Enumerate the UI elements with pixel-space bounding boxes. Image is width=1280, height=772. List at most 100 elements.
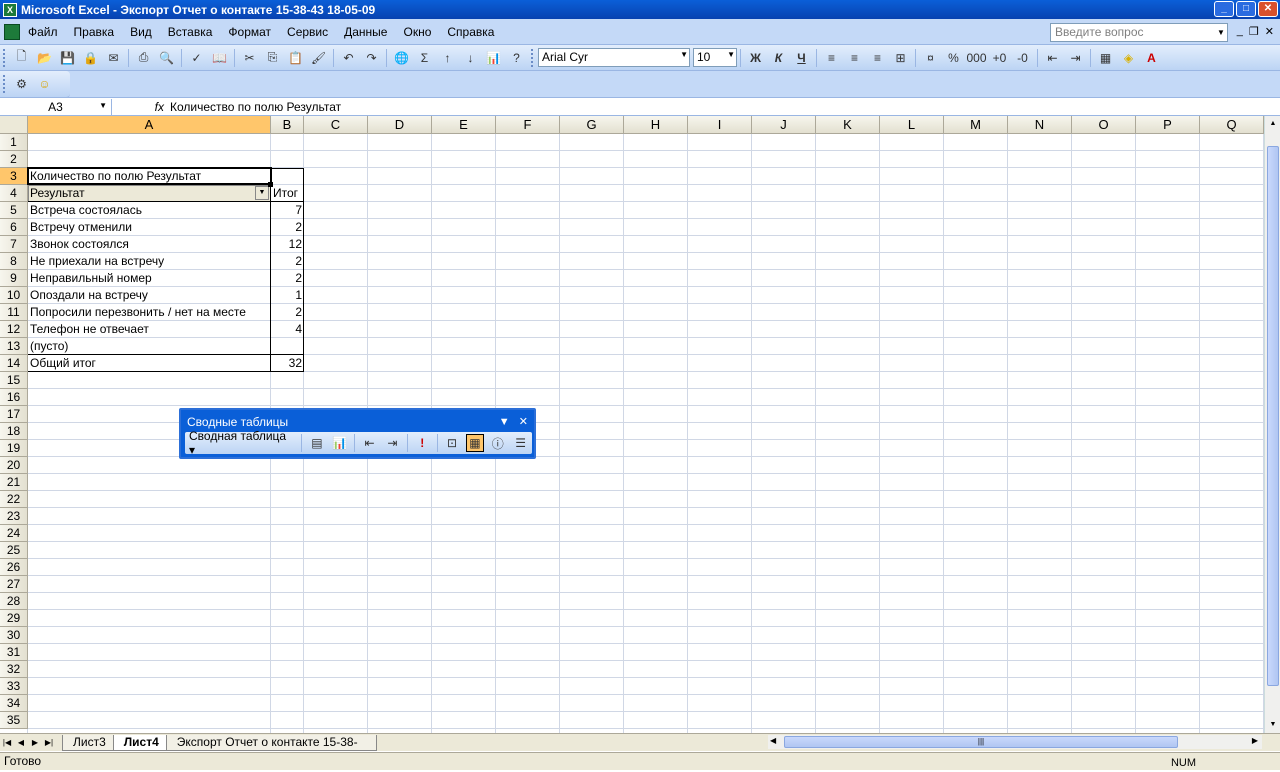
toolbar-options-icon[interactable]: ▼ [499, 416, 510, 428]
bold-icon[interactable]: Ж [747, 49, 765, 67]
row-header[interactable]: 5 [0, 202, 28, 219]
menu-tools[interactable]: Сервис [279, 25, 336, 39]
row-header[interactable]: 27 [0, 576, 28, 593]
column-header[interactable]: J [752, 116, 816, 134]
close-button[interactable]: ✕ [1258, 1, 1278, 17]
column-header[interactable]: E [432, 116, 496, 134]
smiley-icon[interactable]: ☺ [36, 75, 54, 93]
row-header[interactable]: 28 [0, 593, 28, 610]
help-icon[interactable]: ? [508, 49, 526, 67]
help-dropdown-icon[interactable]: ▼ [1214, 23, 1228, 42]
sheet-tab-export[interactable]: Экспорт Отчет о контакте 15-38- [165, 734, 377, 751]
menu-window[interactable]: Окно [395, 25, 439, 39]
refresh-data-icon[interactable]: ! [413, 434, 431, 452]
select-all-button[interactable] [0, 116, 28, 134]
borders-icon[interactable]: ▦ [1097, 49, 1115, 67]
row-header[interactable]: 20 [0, 457, 28, 474]
row-header[interactable]: 19 [0, 440, 28, 457]
column-header[interactable]: B [271, 116, 304, 134]
pivot-table-menu-button[interactable]: Сводная таблица ▾ [185, 429, 298, 457]
column-header[interactable]: L [880, 116, 944, 134]
minimize-button[interactable]: _ [1214, 1, 1234, 17]
doc-minimize-button[interactable]: _ [1237, 25, 1243, 38]
scroll-down-icon[interactable]: ▼ [1267, 719, 1279, 731]
maximize-button[interactable]: □ [1236, 1, 1256, 17]
row-header[interactable]: 29 [0, 610, 28, 627]
underline-icon[interactable]: Ч [793, 49, 811, 67]
column-header[interactable]: C [304, 116, 368, 134]
column-header[interactable]: A [28, 116, 271, 134]
scroll-up-icon[interactable]: ▲ [1267, 118, 1279, 130]
row-header[interactable]: 31 [0, 644, 28, 661]
insert-function-icon[interactable]: fx [112, 100, 170, 114]
permission-icon[interactable]: 🔒 [82, 49, 100, 67]
pivot-grand-total-label[interactable]: Общий итог [28, 355, 271, 372]
menu-data[interactable]: Данные [336, 25, 395, 39]
pivot-row-value[interactable] [271, 338, 304, 355]
row-header[interactable]: 16 [0, 389, 28, 406]
menu-file[interactable]: Файл [20, 25, 66, 39]
percent-icon[interactable]: % [945, 49, 963, 67]
row-header[interactable]: 2 [0, 151, 28, 168]
increase-decimal-icon[interactable]: +0 [991, 49, 1009, 67]
pivot-row-value[interactable]: 2 [271, 219, 304, 236]
pivot-row-label[interactable]: Попросили перезвонить / нет на месте [28, 304, 271, 321]
column-header[interactable]: F [496, 116, 560, 134]
formula-input[interactable]: Количество по полю Результат [170, 100, 341, 114]
row-header[interactable]: 26 [0, 559, 28, 576]
field-settings-icon[interactable]: ⓘ [489, 434, 507, 452]
row-header[interactable]: 30 [0, 627, 28, 644]
always-display-items-icon[interactable]: ▦ [465, 434, 484, 452]
italic-icon[interactable]: К [770, 49, 788, 67]
format-painter-icon[interactable]: 🖌 [310, 49, 328, 67]
pivot-row-value[interactable]: 2 [271, 270, 304, 287]
column-header[interactable]: O [1072, 116, 1136, 134]
pivot-row-label[interactable]: Телефон не отвечает [28, 321, 271, 338]
copy-icon[interactable]: ⎘ [264, 49, 282, 67]
next-sheet-icon[interactable]: ▶ [28, 738, 42, 747]
row-header[interactable]: 12 [0, 321, 28, 338]
row-header[interactable]: 4 [0, 185, 28, 202]
pivot-row-value[interactable]: 12 [271, 236, 304, 253]
hyperlink-icon[interactable]: 🌐 [393, 49, 411, 67]
prev-sheet-icon[interactable]: ◀ [14, 738, 28, 747]
show-field-list-icon[interactable]: ☰ [512, 434, 530, 452]
redo-icon[interactable]: ↷ [363, 49, 381, 67]
sheet-tab-list3[interactable]: Лист3 [62, 734, 117, 751]
excel-app-icon[interactable]: X [3, 2, 17, 17]
pivot-row-value[interactable]: 2 [271, 253, 304, 270]
row-header[interactable]: 11 [0, 304, 28, 321]
row-header[interactable]: 13 [0, 338, 28, 355]
chart-wizard-icon[interactable]: 📊 [485, 49, 503, 67]
font-size-select[interactable]: 10 ▼ [693, 48, 737, 67]
pivot-row-label[interactable]: Неправильный номер [28, 270, 271, 287]
show-detail-icon[interactable]: ⇥ [383, 434, 401, 452]
row-header[interactable]: 15 [0, 372, 28, 389]
save-icon[interactable]: 💾 [59, 49, 77, 67]
row-header[interactable]: 6 [0, 219, 28, 236]
fill-handle[interactable] [268, 182, 273, 187]
font-name-select[interactable]: Arial Cyr ▼ [538, 48, 690, 67]
print-preview-icon[interactable]: 🔍 [158, 49, 176, 67]
sort-descending-icon[interactable]: ↓ [462, 49, 480, 67]
toolbar-grip[interactable] [3, 75, 7, 93]
column-header[interactable]: N [1008, 116, 1072, 134]
last-sheet-icon[interactable]: ▶| [42, 738, 56, 747]
row-header[interactable]: 23 [0, 508, 28, 525]
name-box[interactable]: A3 ▼ [0, 98, 112, 115]
row-header[interactable]: 8 [0, 253, 28, 270]
pivot-row-field-label[interactable]: Результат [28, 185, 271, 202]
menu-insert[interactable]: Вставка [160, 25, 221, 39]
pivot-row-label[interactable]: Звонок состоялся [28, 236, 271, 253]
research-icon[interactable]: 📖 [211, 49, 229, 67]
pivot-row-label[interactable]: Встреча состоялась [28, 202, 271, 219]
column-header[interactable]: K [816, 116, 880, 134]
pivot-row-value[interactable]: 2 [271, 304, 304, 321]
include-hidden-items-icon[interactable]: ⊡ [443, 434, 461, 452]
toolbar-grip[interactable] [3, 48, 7, 67]
pivot-grand-total-value[interactable]: 32 [271, 355, 304, 372]
row-header[interactable]: 9 [0, 270, 28, 287]
column-header[interactable]: D [368, 116, 432, 134]
currency-icon[interactable]: ¤ [922, 49, 940, 67]
fill-color-icon[interactable]: ◈ [1120, 49, 1138, 67]
